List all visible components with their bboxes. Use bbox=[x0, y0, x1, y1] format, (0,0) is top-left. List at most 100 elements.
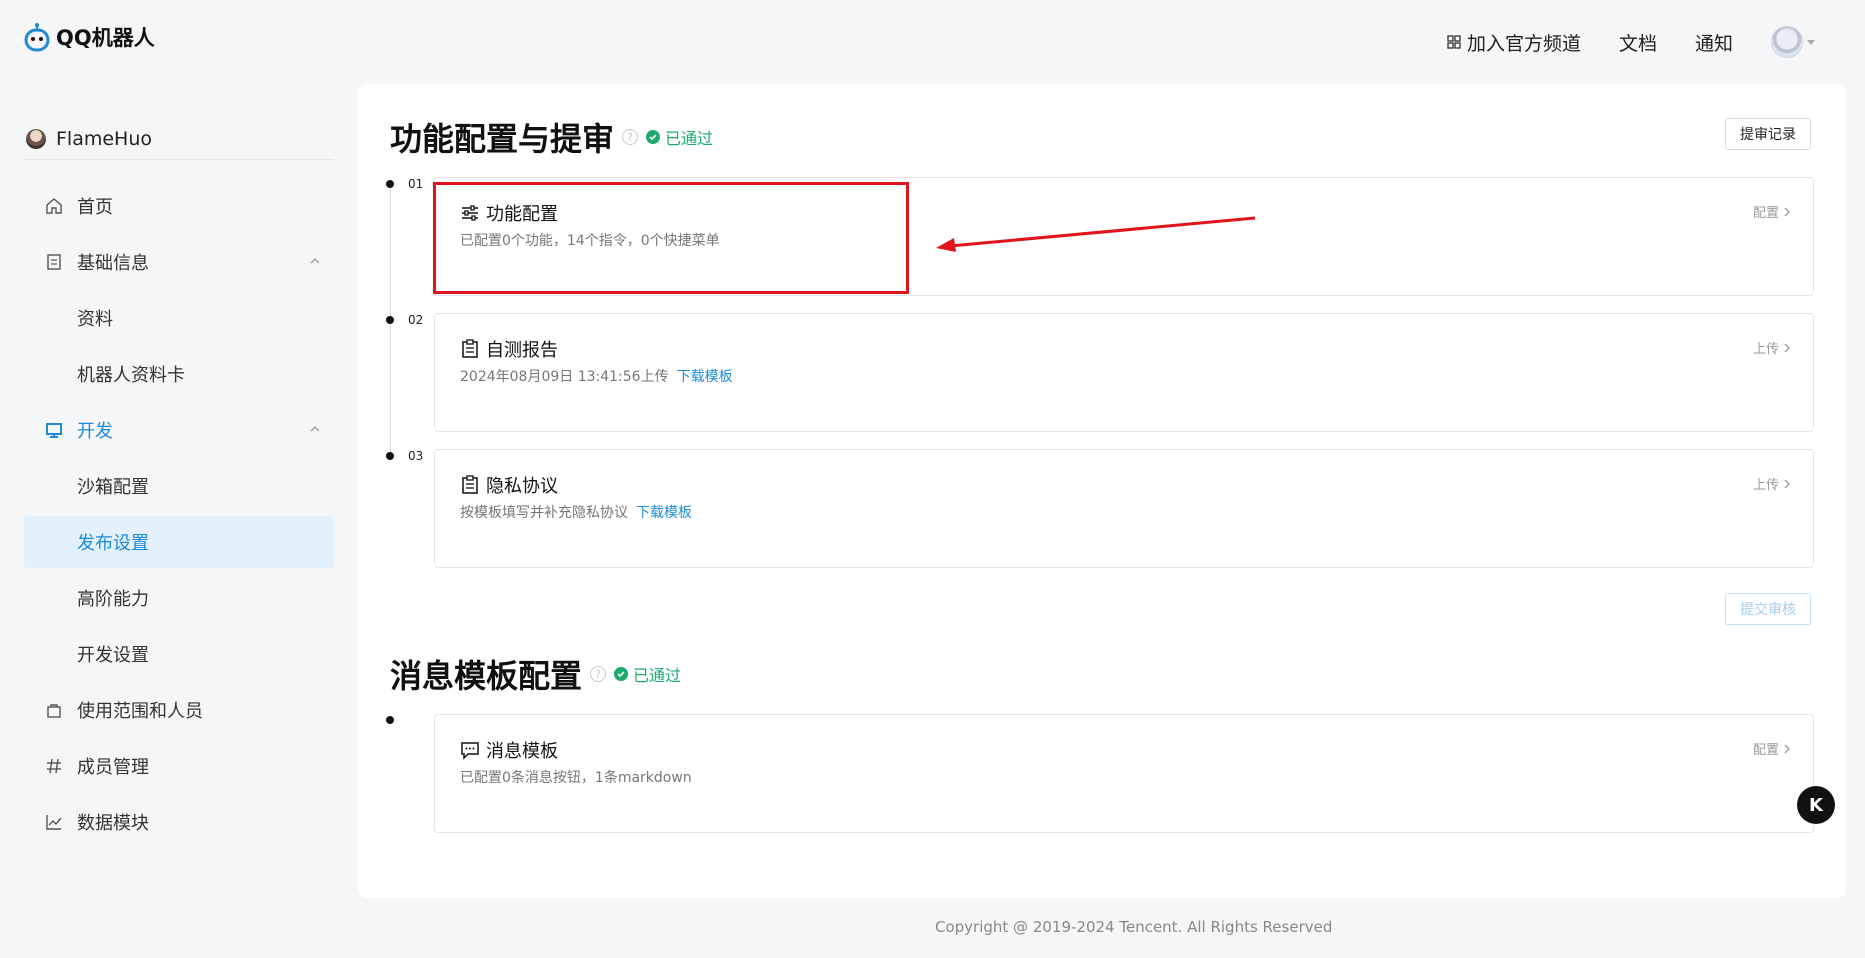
action-label: 配置 bbox=[1752, 743, 1779, 758]
download-template-link[interactable]: 下载模板 bbox=[677, 366, 733, 386]
top-nav: 加入官方频道 文档 通知 bbox=[1447, 26, 1815, 58]
user-avatar bbox=[26, 128, 46, 149]
timeline-dot bbox=[386, 180, 394, 188]
sidebar-item-label: 首页 bbox=[77, 197, 113, 218]
section-title: 消息模板配置 bbox=[390, 657, 583, 695]
sidebar-item-robot-card[interactable]: 机器人资料卡 bbox=[24, 348, 334, 400]
configure-link[interactable]: 配置 bbox=[1753, 202, 1791, 221]
sidebar-item-label: 高阶能力 bbox=[77, 589, 149, 610]
status-text: 已通过 bbox=[665, 129, 714, 148]
sidebar-item-label: 发布设置 bbox=[77, 533, 149, 554]
monitor-icon bbox=[44, 420, 64, 440]
join-channel-link[interactable]: 加入官方频道 bbox=[1447, 29, 1581, 56]
timeline-dot bbox=[386, 452, 394, 460]
footer-copyright: Copyright @ 2019-2024 Tencent. All Right… bbox=[935, 918, 1333, 936]
sidebar-item-profile[interactable]: 资料 bbox=[24, 292, 334, 344]
section-review-title: 功能配置与提审 ? 已通过 bbox=[390, 114, 713, 160]
upload-link[interactable]: 上传 bbox=[1753, 338, 1791, 357]
card-desc: 已配置0条消息按钮，1条markdown bbox=[460, 767, 692, 787]
status-text: 已通过 bbox=[633, 666, 682, 685]
bag-icon bbox=[44, 700, 64, 720]
card-title-text: 自测报告 bbox=[486, 340, 558, 361]
message-template-card[interactable]: 消息模板 已配置0条消息按钮，1条markdown 配置 bbox=[434, 714, 1814, 833]
self-test-report-card[interactable]: 自测报告 2024年08月09日 13:41:56上传 下载模板 上传 bbox=[434, 313, 1814, 432]
annotation-highlight-box bbox=[433, 182, 909, 294]
card-desc-text: 按模板填写并补充隐私协议 bbox=[460, 505, 628, 521]
action-label: 上传 bbox=[1752, 342, 1779, 357]
card-title: 自测报告 bbox=[460, 336, 558, 362]
hash-icon bbox=[44, 756, 64, 776]
chart-icon bbox=[44, 812, 64, 832]
sidebar-nav: 首页 基础信息 资料 机器人资料卡 开发 沙箱配置 发布设置 高阶能力 开发设置… bbox=[24, 180, 334, 848]
sidebar: FlameHuo 首页 基础信息 资料 机器人资料卡 开发 沙箱配置 发布设置 … bbox=[24, 118, 334, 852]
card-desc-text: 已配置0条消息按钮，1条markdown bbox=[460, 770, 692, 786]
chevron-up-icon bbox=[310, 426, 320, 432]
chevron-up-icon bbox=[310, 258, 320, 264]
timeline-dot bbox=[386, 716, 394, 724]
avatar bbox=[1771, 26, 1803, 58]
sidebar-item-label: 数据模块 bbox=[77, 813, 149, 834]
sidebar-item-label: 使用范围和人员 bbox=[77, 701, 203, 722]
user-menu[interactable] bbox=[1771, 26, 1815, 58]
action-label: 上传 bbox=[1752, 478, 1779, 493]
logo-text: QQ机器人 bbox=[56, 26, 155, 50]
timeline-dot bbox=[386, 316, 394, 324]
card-title-text: 隐私协议 bbox=[486, 476, 558, 497]
configure-link[interactable]: 配置 bbox=[1753, 739, 1791, 758]
card-title: 消息模板 bbox=[460, 737, 558, 763]
sidebar-item-sandbox[interactable]: 沙箱配置 bbox=[24, 460, 334, 512]
join-channel-label: 加入官方频道 bbox=[1466, 32, 1581, 55]
message-icon bbox=[461, 742, 479, 760]
chevron-right-icon bbox=[1784, 207, 1790, 216]
sidebar-item-develop[interactable]: 开发 bbox=[24, 404, 334, 456]
help-icon[interactable]: ? bbox=[590, 666, 607, 682]
chevron-right-icon bbox=[1784, 343, 1790, 352]
upload-link[interactable]: 上传 bbox=[1753, 474, 1791, 493]
top-bar: QQ机器人 加入官方频道 文档 通知 bbox=[0, 0, 1865, 80]
card-title: 隐私协议 bbox=[460, 472, 558, 498]
step-number: 03 bbox=[408, 449, 424, 463]
step-number: 02 bbox=[408, 313, 424, 327]
docs-link[interactable]: 文档 bbox=[1619, 29, 1657, 56]
section-template-title: 消息模板配置 ? 已通过 bbox=[390, 651, 681, 697]
status-badge: 已通过 bbox=[646, 125, 713, 149]
sidebar-item-label: 资料 bbox=[77, 309, 113, 330]
sidebar-user[interactable]: FlameHuo bbox=[24, 118, 334, 160]
username: FlameHuo bbox=[56, 127, 153, 150]
page-title: 功能配置与提审 bbox=[390, 120, 615, 158]
download-template-link[interactable]: 下载模板 bbox=[636, 502, 692, 522]
robot-logo-icon bbox=[24, 23, 50, 52]
logo[interactable]: QQ机器人 bbox=[24, 22, 155, 52]
sidebar-item-scope[interactable]: 使用范围和人员 bbox=[24, 684, 334, 736]
sidebar-item-publish[interactable]: 发布设置 bbox=[24, 516, 334, 568]
review-history-button[interactable]: 提审记录 bbox=[1725, 118, 1811, 150]
sidebar-item-label: 机器人资料卡 bbox=[77, 365, 185, 386]
sidebar-item-label: 开发 bbox=[77, 421, 113, 442]
help-icon[interactable]: ? bbox=[622, 129, 639, 145]
card-desc-text: 2024年08月09日 13:41:56上传 bbox=[460, 369, 669, 385]
clipboard-icon bbox=[462, 339, 478, 358]
submit-review-button[interactable]: 提交审核 bbox=[1725, 593, 1811, 625]
status-badge: 已通过 bbox=[614, 662, 681, 686]
sidebar-item-label: 基础信息 bbox=[77, 253, 149, 274]
grid-icon bbox=[1447, 35, 1461, 49]
floating-assistant-button[interactable]: K bbox=[1797, 786, 1835, 824]
notice-link[interactable]: 通知 bbox=[1695, 29, 1733, 56]
home-icon bbox=[44, 196, 64, 216]
sidebar-item-label: 沙箱配置 bbox=[77, 477, 149, 498]
step-number: 01 bbox=[408, 177, 424, 191]
sidebar-item-home[interactable]: 首页 bbox=[24, 180, 334, 232]
sidebar-item-data[interactable]: 数据模块 bbox=[24, 796, 334, 848]
sidebar-item-dev-settings[interactable]: 开发设置 bbox=[24, 628, 334, 680]
sidebar-item-members[interactable]: 成员管理 bbox=[24, 740, 334, 792]
card-title-text: 消息模板 bbox=[486, 741, 558, 762]
chevron-right-icon bbox=[1784, 744, 1790, 753]
annotation-arrow-icon bbox=[936, 216, 1256, 252]
check-circle-icon bbox=[646, 130, 661, 144]
card-desc: 按模板填写并补充隐私协议 下载模板 bbox=[460, 502, 692, 522]
sidebar-item-label: 开发设置 bbox=[77, 645, 149, 666]
sidebar-item-advanced[interactable]: 高阶能力 bbox=[24, 572, 334, 624]
sidebar-item-basic-info[interactable]: 基础信息 bbox=[24, 236, 334, 288]
clipboard-icon bbox=[462, 475, 478, 494]
privacy-agreement-card[interactable]: 隐私协议 按模板填写并补充隐私协议 下载模板 上传 bbox=[434, 449, 1814, 568]
